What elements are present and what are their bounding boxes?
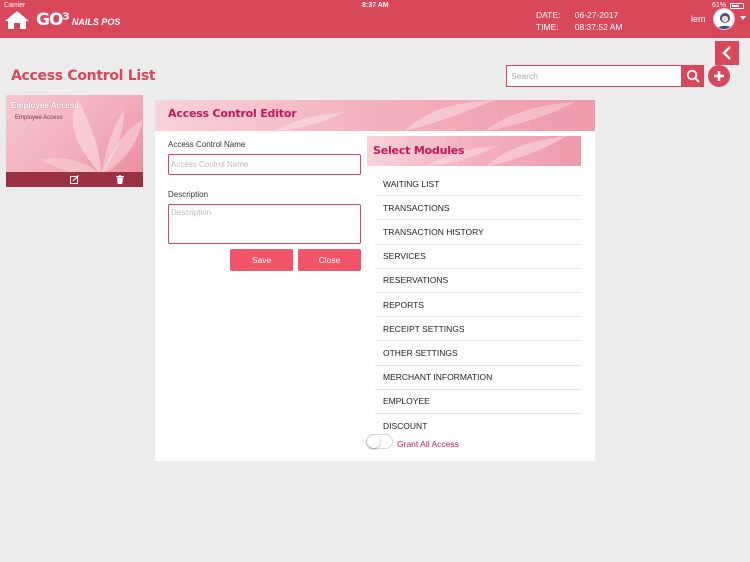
module-item-reports[interactable]: REPORTS xyxy=(375,293,581,318)
search-input[interactable] xyxy=(506,65,682,87)
user-menu-caret-icon[interactable] xyxy=(740,16,746,20)
acl-card[interactable]: Employee Access Employee Access xyxy=(6,95,143,187)
carrier-label: Carrier xyxy=(4,2,26,9)
search-button[interactable] xyxy=(682,65,704,87)
modules-title: Select Modules xyxy=(373,144,465,157)
date-label: DATE: xyxy=(536,10,561,20)
acl-card-subtitle: Employee Access xyxy=(15,115,63,121)
back-icon xyxy=(722,46,731,60)
page-title: Access Control List xyxy=(11,68,156,84)
access-control-editor: Access Control Editor Access Control Nam… xyxy=(155,100,595,461)
date-time-display: DATE: 06-27-2017 TIME: 08:37:52 AM xyxy=(536,9,622,33)
plus-icon xyxy=(714,71,724,81)
logo-subtitle: NAILS POS xyxy=(71,17,121,27)
status-time: 8:37 AM xyxy=(362,2,389,9)
module-item-other-settings[interactable]: OTHER SETTINGS xyxy=(375,341,581,366)
module-item-employee[interactable]: EMPLOYEE xyxy=(375,390,581,414)
module-item-waiting-list[interactable]: WAITING LIST xyxy=(375,172,581,197)
module-item-merchant-information[interactable]: MERCHANT INFORMATION xyxy=(375,366,581,390)
app-header: Carrier 8:37 AM 61% GO³ NAILS POS DATE: … xyxy=(0,0,750,38)
save-button[interactable]: Save xyxy=(230,249,293,271)
grant-all-toggle[interactable] xyxy=(366,434,393,449)
module-item-reservations[interactable]: RESERVATIONS xyxy=(375,269,581,293)
close-button[interactable]: Close xyxy=(298,249,361,271)
add-button[interactable] xyxy=(708,65,730,87)
time-value: 08:37:52 AM xyxy=(574,22,623,32)
back-button[interactable] xyxy=(715,41,739,65)
battery-icon xyxy=(730,3,744,9)
acl-card-title: Employee Access xyxy=(11,101,79,110)
trash-icon[interactable] xyxy=(116,175,124,184)
module-item-discount[interactable]: DISCOUNT xyxy=(375,414,581,438)
logo-text: GO³ xyxy=(36,10,70,30)
grant-all-label: Grant All Access xyxy=(397,439,459,449)
app-logo: GO³ NAILS POS xyxy=(36,10,120,32)
module-list: WAITING LIST TRANSACTIONS TRANSACTION HI… xyxy=(375,172,581,438)
description-input[interactable] xyxy=(168,204,361,244)
home-icon[interactable] xyxy=(4,10,30,30)
search-icon xyxy=(686,69,700,83)
acl-card-footer xyxy=(6,172,143,187)
module-item-receipt-settings[interactable]: RECEIPT SETTINGS xyxy=(375,317,581,342)
access-control-name-input[interactable] xyxy=(168,154,361,175)
time-label: TIME: xyxy=(536,22,559,32)
module-item-services[interactable]: SERVICES xyxy=(375,245,581,269)
name-label: Access Control Name xyxy=(168,140,246,149)
editor-banner: Access Control Editor xyxy=(155,100,595,131)
module-item-transactions[interactable]: TRANSACTIONS xyxy=(375,196,581,221)
date-value: 06-27-2017 xyxy=(574,10,619,20)
toggle-knob xyxy=(367,435,380,448)
edit-icon[interactable] xyxy=(70,175,79,184)
description-label: Description xyxy=(168,190,209,199)
modules-banner: Select Modules xyxy=(367,136,581,166)
user-name[interactable]: lem xyxy=(691,14,706,24)
module-item-transaction-history[interactable]: TRANSACTION HISTORY xyxy=(375,220,581,245)
editor-title: Access Control Editor xyxy=(168,107,297,120)
avatar-icon[interactable] xyxy=(713,8,735,30)
